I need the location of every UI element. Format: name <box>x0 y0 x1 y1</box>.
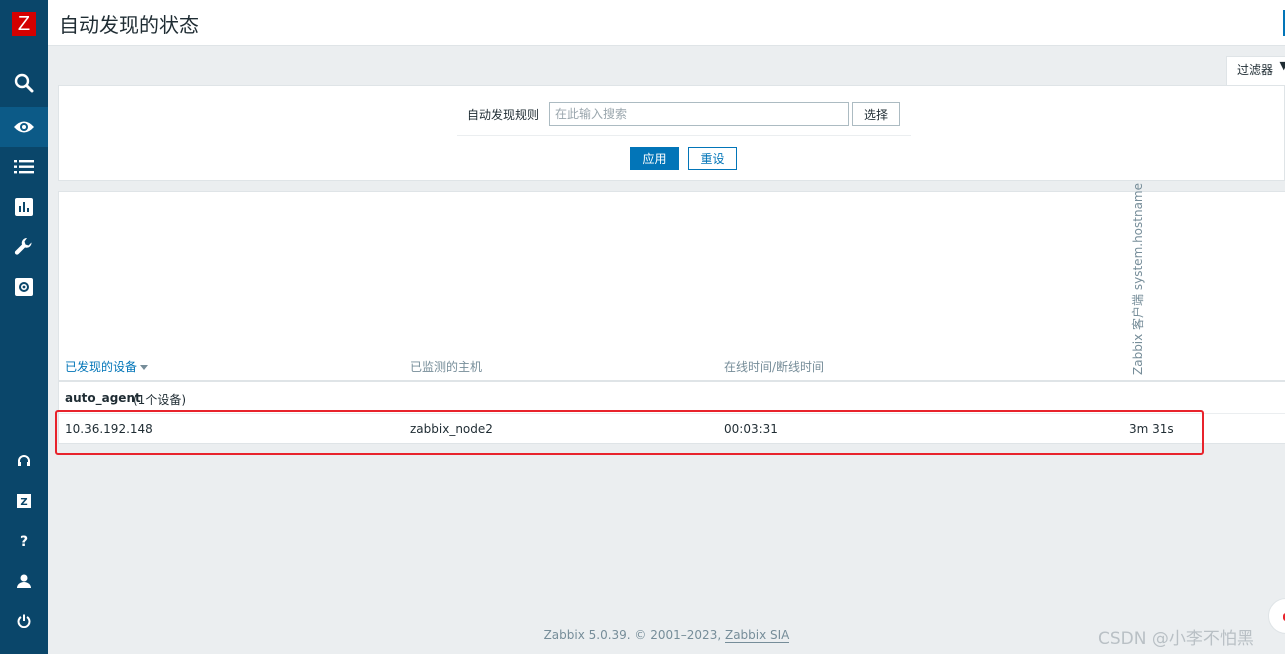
chart-icon[interactable] <box>0 187 48 227</box>
filter-icon: ▼ <box>1279 59 1285 72</box>
eye-icon[interactable] <box>0 107 48 147</box>
page-title: 自动发现的状态 <box>59 13 199 37</box>
gear-icon[interactable] <box>0 267 48 307</box>
tab-filter[interactable]: 过滤器 ▼ <box>1226 56 1285 86</box>
group-device-count: (1个设备) <box>133 393 186 407</box>
column-header-discovered-device[interactable]: 已发现的设备 <box>65 358 149 375</box>
column-header-check: Zabbix 客户端 system.hostname <box>1131 182 1145 375</box>
power-icon[interactable] <box>0 601 48 641</box>
footer-link-zabbix-sia[interactable]: Zabbix SIA <box>724 628 790 643</box>
column-header-label: 已发现的设备 <box>65 360 138 374</box>
filter-divider <box>457 135 911 136</box>
footer-copyright: Zabbix 5.0.39. © 2001–2023, <box>543 628 725 642</box>
select-button[interactable]: 选择 <box>852 102 900 126</box>
zabbix-logo[interactable]: Z <box>12 12 36 36</box>
svg-text:Z: Z <box>20 497 27 508</box>
column-header-monitored-host: 已监测的主机 <box>410 360 483 374</box>
user-icon[interactable] <box>0 561 48 601</box>
discovery-rule-input[interactable] <box>549 102 849 126</box>
filter-tab-label: 过滤器 <box>1237 63 1274 77</box>
sort-down-icon <box>140 365 149 370</box>
reset-button[interactable]: 重设 <box>688 147 737 170</box>
highlight-annotation <box>55 410 1204 455</box>
support-icon[interactable] <box>0 441 48 481</box>
share-icon[interactable]: Z <box>0 481 48 521</box>
page-header: 自动发现的状态 <box>48 0 1285 46</box>
wrench-icon[interactable] <box>0 227 48 267</box>
sidebar: Z Z ? <box>0 0 48 654</box>
group-name: auto_agent <box>65 391 141 405</box>
svg-text:?: ? <box>20 534 28 549</box>
watermark: CSDN @小李不怕黑 <box>1098 629 1254 649</box>
discovery-rule-label: 自动发现规则 <box>467 108 540 122</box>
filter-panel: 自动发现规则 选择 应用 重设 <box>58 85 1285 181</box>
discovery-table: 已发现的设备 已监测的主机 在线时间/断线时间 Zabbix 客户端 syste… <box>58 183 1285 445</box>
search-icon[interactable] <box>0 63 48 103</box>
column-header-uptime: 在线时间/断线时间 <box>724 360 825 374</box>
apply-button[interactable]: 应用 <box>630 147 679 170</box>
help-icon[interactable]: ? <box>0 521 48 561</box>
list-icon[interactable] <box>0 147 48 187</box>
